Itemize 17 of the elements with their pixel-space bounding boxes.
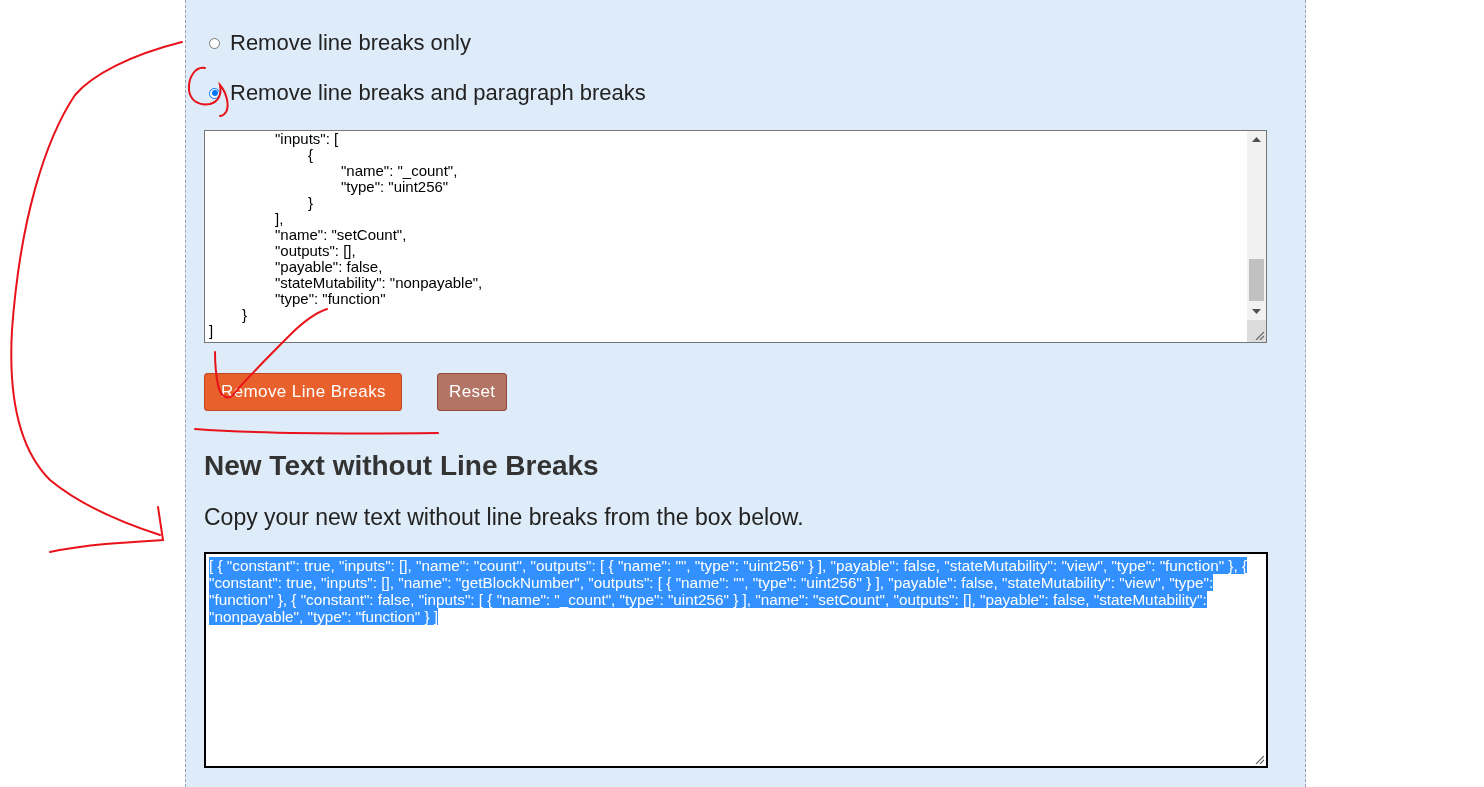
section-heading: New Text without Line Breaks xyxy=(204,449,600,483)
scroll-up-icon[interactable] xyxy=(1252,137,1261,142)
output-textarea[interactable] xyxy=(204,552,1268,768)
radio-label[interactable]: Remove line breaks only xyxy=(230,30,471,56)
annotation-loop xyxy=(187,66,229,117)
input-textarea[interactable]: "inputs": [ { "name": "_count", "type": "uint256" } ], "name": "setCount", "outputs": [], "payable": false, "stateMutability": "nonpayable", "type": "function" } ] xyxy=(204,130,1267,343)
radio-button[interactable] xyxy=(209,87,220,99)
radio-button[interactable] xyxy=(209,37,220,49)
resize-grip-icon[interactable] xyxy=(1255,755,1264,764)
radio-label[interactable]: Remove line breaks and paragraph breaks xyxy=(230,80,646,106)
action-button[interactable]: Reset xyxy=(437,373,508,411)
scrollbar-thumb[interactable] xyxy=(1249,259,1264,301)
scrollbar[interactable] xyxy=(1247,131,1266,342)
instructions-text: Copy your new text without line breaks from the box below. xyxy=(204,503,805,531)
resize-grip-icon[interactable] xyxy=(1255,331,1264,340)
selected-text: [ { "constant": true, "inputs": [], "name": "count", "outputs": [ { "name": "", "type": "uint256" } ], "payable": false, "stateMutability": "view", "type": "function" }, { "constant": true, "inputs": [], "name": "getBlockNumber", "outputs": [ { "name": "", "type": "uint256" } ], "payable": false, "stateMutability": "view", "type": "function" }, { "constant": false, "inputs": [ { "name": "_count", "type": "uint256" } ], "name": "setCount", "outputs": [], "payable": false, "stateMutability": "nonpayable", "type": "function" } ] xyxy=(209,557,1249,625)
scroll-down-icon[interactable] xyxy=(1252,309,1261,314)
